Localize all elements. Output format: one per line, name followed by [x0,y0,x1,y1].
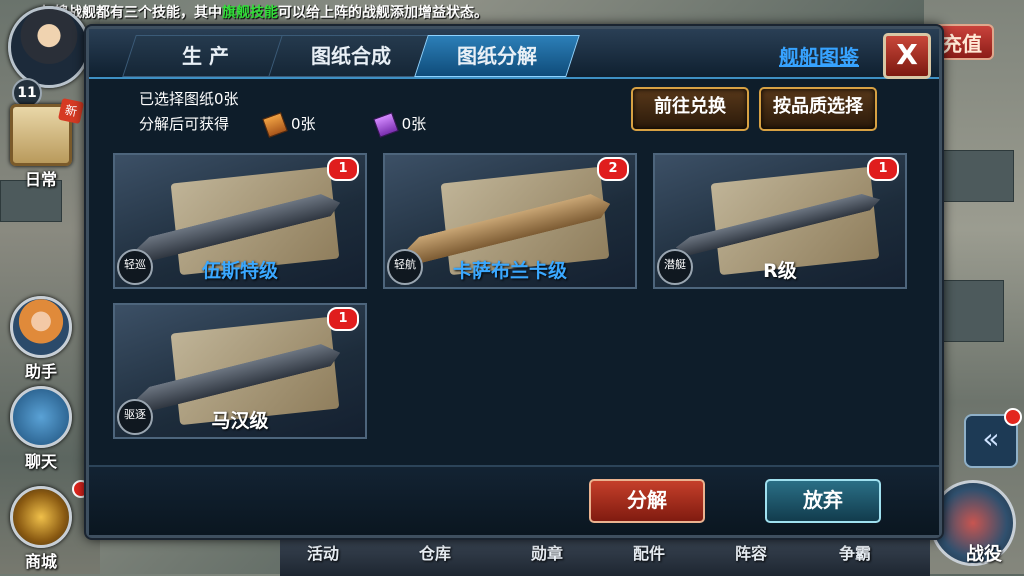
chat-bubble-icon [10,386,72,448]
obtain-row: 分解后可获得 0张 0张 [139,111,427,138]
chat-label: 聊天 [24,452,57,471]
panel-footer: 分解 放弃 [89,465,939,535]
orange-blueprint-count: 0张 [291,115,316,133]
decompose-button[interactable]: 分解 [589,479,705,523]
nav-medals[interactable]: 勋章 [512,540,582,564]
close-button[interactable]: X [883,33,931,79]
blueprint-card[interactable]: 马汉级 驱逐 1 [113,303,367,439]
orange-blueprint-icon [262,111,288,138]
assistant-avatar-icon [10,296,72,358]
blueprint-count-badge: 2 [597,157,629,181]
nav-lineup[interactable]: 阵容 [716,540,786,564]
tab-label: 图纸分解 [457,44,537,68]
blueprint-card[interactable]: 伍斯特级 轻巡 1 [113,153,367,289]
tab-blueprint-synthesis[interactable]: 图纸合成 [268,35,434,77]
tab-production[interactable]: 生 产 [122,35,288,77]
ticker-highlight: 旗舰技能 [222,5,278,21]
ship-type-badge: 潜艇 [657,249,693,285]
go-exchange-button[interactable]: 前往兑换 [631,87,749,131]
treasure-chest-icon [10,486,72,548]
building [942,280,1004,342]
news-ticker: 每艘战舰都有三个技能，其中旗舰技能可以给上阵的战舰添加增益状态。 [40,2,488,24]
selected-count: 已选择图纸0张 [139,90,239,108]
blueprint-count-badge: 1 [327,157,359,181]
select-by-quality-button[interactable]: 按品质选择 [759,87,877,131]
nav-parts[interactable]: 配件 [614,540,684,564]
player-avatar[interactable] [8,6,90,88]
shop-button[interactable]: 商城 [8,486,74,572]
purple-blueprint-count: 0张 [401,115,427,133]
shop-label: 商城 [24,552,57,571]
building [942,150,1014,202]
battle-label: 战役 [966,544,1002,565]
blueprint-count-badge: 1 [867,157,899,181]
abandon-button[interactable]: 放弃 [765,479,881,523]
purple-blueprint-icon [372,111,399,138]
blueprint-card[interactable]: R级 潜艇 1 [653,153,907,289]
tab-label: 生 产 [181,44,229,68]
obtain-label: 分解后可获得 [139,115,230,133]
nav-arena[interactable]: 争霸 [820,540,890,564]
nav-events[interactable]: 活动 [288,540,358,564]
notification-dot [1004,408,1022,426]
assistant-label: 助手 [24,362,57,381]
nav-warehouse[interactable]: 仓库 [400,540,470,564]
blueprint-panel: 生 产 图纸合成 图纸分解 舰船图鉴 X 已选择图纸0张 分解后可获得 0张 0… [86,26,942,538]
ticker-text-end: 可以给上阵的战舰添加增益状态。 [278,5,488,21]
ship-type-badge: 驱逐 [117,399,153,435]
blueprint-card[interactable]: 卡萨布兰卡级 轻航 2 [383,153,637,289]
tab-bar: 生 产 图纸合成 图纸分解 舰船图鉴 X [89,29,939,79]
blueprint-grid: 伍斯特级 轻巡 1 卡萨布兰卡级 轻航 2 R级 潜艇 1 马汉级 驱逐 1 [113,153,917,453]
tab-blueprint-decompose[interactable]: 图纸分解 [414,35,580,77]
ship-type-badge: 轻巡 [117,249,153,285]
ship-type-badge: 轻航 [387,249,423,285]
decompose-info: 已选择图纸0张 分解后可获得 0张 0张 [139,87,427,138]
tab-label: 图纸合成 [311,44,391,68]
bottom-navigation: 活动 仓库 勋章 配件 阵容 争霸 [280,534,930,576]
assistant-button[interactable]: 助手 [8,296,74,382]
daily-label: 日常 [24,170,57,189]
ship-gallery-link[interactable]: 舰船图鉴 [779,41,859,70]
chat-button[interactable]: 聊天 [8,386,74,472]
blueprint-count-badge: 1 [327,307,359,331]
new-badge: 新 [57,97,85,125]
